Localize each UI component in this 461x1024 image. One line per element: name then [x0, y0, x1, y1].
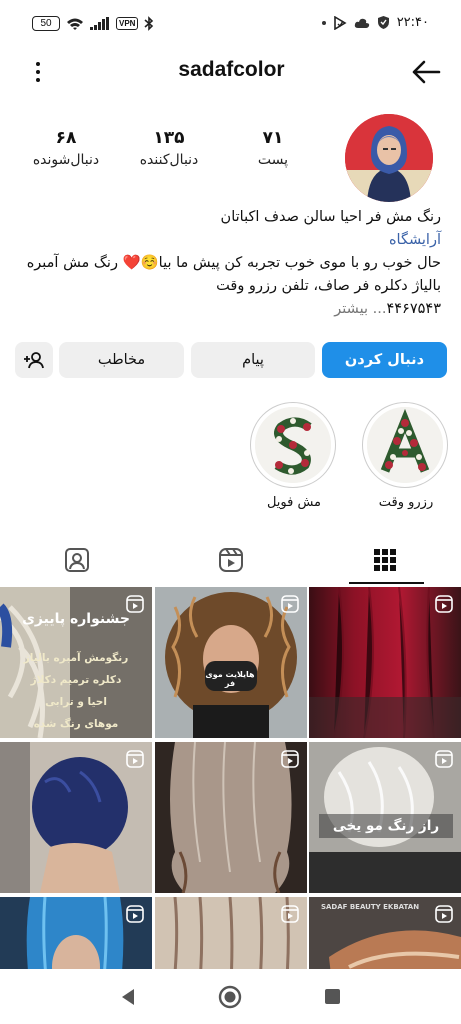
- bluetooth-icon: [144, 16, 154, 31]
- wifi-icon: [67, 18, 83, 30]
- tagged-icon: [64, 548, 89, 572]
- grid-post[interactable]: [155, 897, 307, 969]
- floral-letter-a-image: [367, 407, 443, 483]
- active-tab-indicator: [349, 582, 424, 584]
- posts-count[interactable]: ۷۱ پست: [228, 128, 318, 168]
- back-arrow-icon[interactable]: [411, 58, 441, 86]
- bio-phone: ۴۴۶۷۵۴۳: [386, 301, 441, 317]
- bio-line: بالیاژ دکلره فر صاف، تلفن رزرو وقت: [216, 278, 441, 294]
- grid-post[interactable]: SADAF BEAUTY EKBATAN: [309, 897, 461, 969]
- nav-recents-icon[interactable]: [324, 988, 341, 1005]
- notification-dot-icon: [321, 20, 326, 25]
- reel-icon: [281, 750, 299, 768]
- reels-icon: [218, 548, 243, 572]
- highlight-reserve[interactable]: رزرو وقت: [362, 402, 450, 510]
- reel-icon: [435, 905, 453, 923]
- highlight-foil[interactable]: مش فویل: [250, 402, 338, 510]
- grid-post[interactable]: راز رنگ مو یخی: [309, 742, 461, 893]
- reel-icon: [435, 595, 453, 613]
- posts-grid: هایلایت موی فر جشنواره پاییزی رنگومش آمب…: [0, 587, 461, 969]
- signal-icon: [90, 17, 109, 30]
- tab-reels[interactable]: [154, 536, 307, 584]
- nav-home-icon[interactable]: [218, 985, 242, 1009]
- profile-header: sadafcolor: [0, 50, 461, 94]
- watermark: SADAF BEAUTY EKBATAN: [320, 903, 420, 911]
- tab-grid[interactable]: [308, 536, 461, 584]
- add-user-button[interactable]: [15, 342, 53, 378]
- battery-icon: 50: [32, 16, 60, 31]
- grid-post[interactable]: [155, 742, 307, 893]
- reel-icon: [435, 750, 453, 768]
- grid-post[interactable]: [0, 897, 152, 969]
- play-protect-icon: [333, 15, 347, 30]
- reel-icon: [126, 905, 144, 923]
- post-title: جشنواره پاییزی: [22, 611, 130, 627]
- avatar[interactable]: [345, 114, 433, 202]
- clock: ۲۲:۴۰: [396, 15, 429, 30]
- highlight-label: رزرو وقت: [378, 495, 434, 510]
- following-count[interactable]: ۱۳۵ دنبال‌کننده: [124, 128, 214, 168]
- highlight-label: مش فویل: [266, 495, 322, 510]
- post-caption: راز رنگ مو یخی: [319, 814, 453, 838]
- shield-check-icon: [377, 16, 389, 29]
- grid-post[interactable]: هایلایت موی فر: [155, 587, 307, 738]
- grid-post[interactable]: [0, 742, 152, 893]
- cloud-icon: [354, 18, 369, 28]
- message-button[interactable]: پیام: [191, 342, 315, 378]
- grid-icon: [373, 549, 396, 571]
- reel-icon: [281, 905, 299, 923]
- bio-more-link[interactable]: ... بیشتر: [334, 301, 386, 317]
- contact-button[interactable]: مخاطب: [59, 342, 184, 378]
- floral-letter-s-image: [255, 407, 331, 483]
- system-nav-bar: [0, 969, 461, 1024]
- profile-username: sadafcolor: [178, 58, 285, 81]
- reel-icon: [126, 595, 144, 613]
- reel-icon: [126, 750, 144, 768]
- status-bar: 50 VPN ۲۲:۴۰: [0, 0, 461, 48]
- vpn-badge: VPN: [116, 17, 139, 30]
- bio-category[interactable]: آرایشگاه: [11, 229, 441, 252]
- profile-tabs: [0, 536, 461, 584]
- nav-back-icon[interactable]: [120, 988, 136, 1006]
- tab-tagged[interactable]: [0, 536, 153, 584]
- profile-bio: رنگ مش فر احیا سالن صدف اکباتان آرایشگاه…: [11, 206, 441, 321]
- post-lines: رنگومش آمبره بالیاژ دکلره ترمیم دکلاژ اح…: [23, 652, 129, 730]
- grid-post[interactable]: جشنواره پاییزی رنگومش آمبره بالیاژ دکلره…: [0, 587, 152, 738]
- post-caption: هایلایت موی فر: [205, 670, 255, 688]
- add-user-icon: [24, 352, 44, 369]
- followers-count[interactable]: ۶۸ دنبال‌شونده: [21, 128, 111, 168]
- reel-icon: [281, 595, 299, 613]
- bio-name: رنگ مش فر احیا سالن صدف اکباتان: [220, 209, 441, 225]
- bio-line: حال خوب رو با موی خوب تجربه کن پیش ما بی…: [26, 255, 441, 271]
- grid-post[interactable]: [309, 587, 461, 738]
- follow-button[interactable]: دنبال کردن: [322, 342, 447, 378]
